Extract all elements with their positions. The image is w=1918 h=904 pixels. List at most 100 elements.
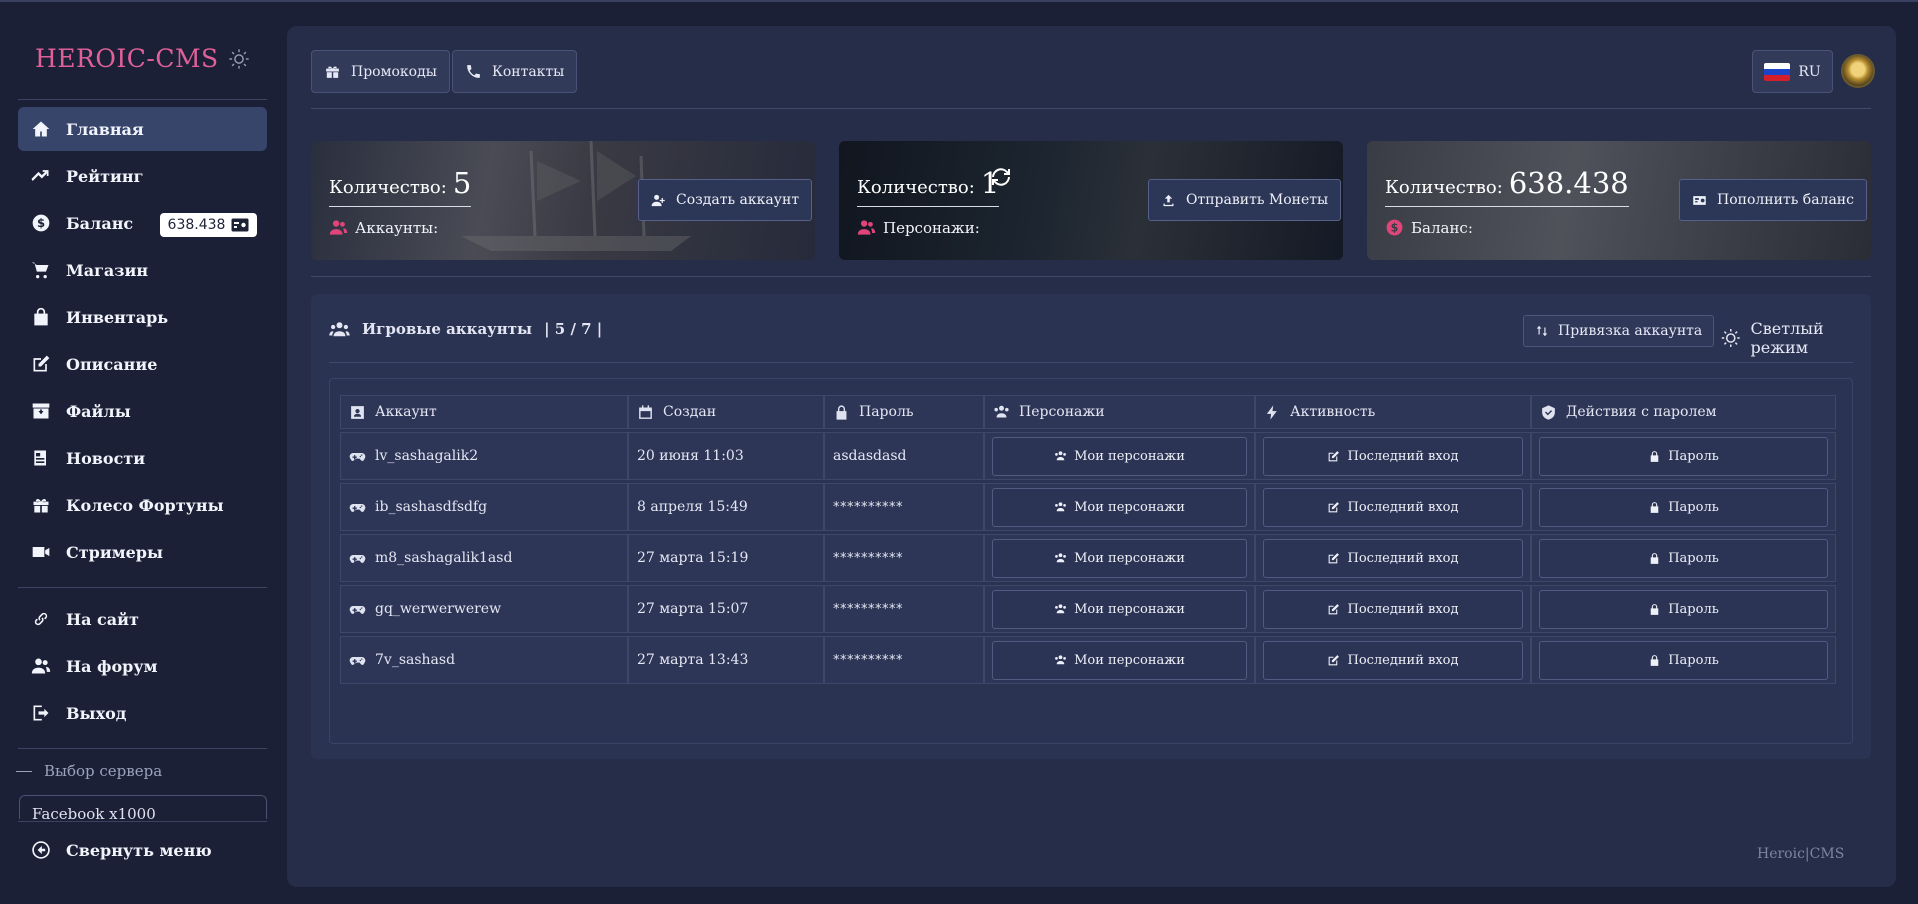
sidebar-item-news[interactable]: Новости: [18, 436, 267, 480]
gamepad-icon: [349, 605, 366, 614]
contacts-button[interactable]: Контакты: [452, 50, 578, 93]
svg-text:$: $: [37, 216, 45, 230]
card-divider: [329, 362, 1853, 363]
balance-stat-card: Количество: 638.438 $ Баланс: Пополнить б…: [1367, 141, 1871, 260]
users-icon: [1055, 450, 1067, 460]
sidebar-divider: [18, 99, 267, 100]
sidebar-divider: [18, 821, 267, 822]
home-icon: [30, 118, 52, 140]
sidebar-item-fortune-wheel[interactable]: Колесо Фортуны: [18, 483, 267, 527]
send-coins-button[interactable]: Отправить Монеты: [1148, 179, 1342, 221]
calendar-icon: [639, 404, 652, 419]
sidebar-item-shop[interactable]: Магазин: [18, 248, 267, 292]
money-bill-icon: [1693, 195, 1706, 205]
th-account: Аккаунт: [340, 395, 628, 429]
my-characters-button[interactable]: Мои персонажи: [992, 538, 1247, 578]
table-header-row: Аккаунт Создан Пароль Персонажи Активнос…: [340, 395, 1844, 429]
account-name: 7v_sashasd: [375, 652, 456, 668]
sidebar-item-description[interactable]: Описание: [18, 342, 267, 386]
user-avatar[interactable]: [1841, 54, 1875, 88]
password-button[interactable]: Пароль: [1539, 436, 1828, 476]
table-row: 7v_sashasd 27 марта 13:43 ********** Мои…: [340, 636, 1844, 684]
sidebar-item-streamers[interactable]: Стримеры: [18, 530, 267, 574]
my-characters-button[interactable]: Мои персонажи: [992, 436, 1247, 476]
create-account-button[interactable]: Создать аккаунт: [638, 179, 813, 221]
users-icon: [1055, 501, 1067, 511]
edit-icon: [1329, 603, 1340, 614]
account-password: asdasdasd: [824, 432, 984, 480]
last-login-button[interactable]: Последний вход: [1263, 487, 1523, 527]
account-password: **********: [824, 585, 984, 633]
users-icon: [1055, 654, 1067, 664]
password-button[interactable]: Пароль: [1539, 640, 1828, 680]
sidebar-item-label: Инвентарь: [66, 307, 169, 327]
collapse-menu-button[interactable]: Свернуть меню: [18, 828, 267, 872]
light-mode-toggle[interactable]: Светлый режим: [1721, 319, 1871, 357]
sidebar-item-inventory[interactable]: Инвентарь: [18, 295, 267, 339]
users-icon: [1055, 603, 1067, 613]
password-button[interactable]: Пароль: [1539, 538, 1828, 578]
sidebar-item-label: На форум: [66, 656, 158, 676]
logout-icon: [30, 702, 52, 724]
sidebar-item-home[interactable]: Главная: [18, 107, 267, 151]
users-icon: [994, 405, 1009, 417]
arrow-left-circle-icon: [30, 839, 52, 861]
refresh-icon[interactable]: [989, 165, 1013, 189]
footer-brand: Heroic|CMS: [1757, 846, 1845, 862]
top-up-balance-button[interactable]: Пополнить баланс: [1679, 179, 1867, 221]
characters-label: Персонажи:: [857, 218, 980, 237]
my-characters-button[interactable]: Мои персонажи: [992, 487, 1247, 527]
last-login-button[interactable]: Последний вход: [1263, 640, 1523, 680]
sidebar-item-files[interactable]: Файлы: [18, 389, 267, 433]
last-login-button[interactable]: Последний вход: [1263, 436, 1523, 476]
theme-sun-icon[interactable]: [228, 48, 250, 70]
sidebar-item-logout[interactable]: Выход: [18, 691, 267, 735]
gamepad-icon: [349, 503, 366, 512]
sidebar-item-label: Главная: [66, 119, 144, 139]
money-bill-icon: [231, 218, 249, 232]
sidebar-divider: [18, 587, 267, 588]
account-created: 20 июня 11:03: [628, 432, 824, 480]
sidebar-item-rating[interactable]: Рейтинг: [18, 154, 267, 198]
bind-account-button[interactable]: Привязка аккаунта: [1523, 315, 1715, 347]
lock-icon: [836, 404, 847, 420]
my-characters-button[interactable]: Мои персонажи: [992, 640, 1247, 680]
my-characters-button[interactable]: Мои персонажи: [992, 589, 1247, 629]
sidebar-divider: [18, 748, 267, 749]
table-row: gq_werwerwerew 27 марта 15:07 **********…: [340, 585, 1844, 633]
server-select[interactable]: Facebook x1000: [19, 795, 267, 819]
th-activity: Активность: [1255, 395, 1531, 429]
archive-icon: [30, 400, 52, 422]
russia-flag-icon: [1764, 62, 1791, 81]
last-login-button[interactable]: Последний вход: [1263, 538, 1523, 578]
sidebar-item-site[interactable]: На сайт: [18, 597, 267, 641]
sidebar-item-label: Описание: [66, 354, 158, 374]
sidebar-item-forum[interactable]: На форум: [18, 644, 267, 688]
table-row: ib_sashasdfsdfg 8 апреля 15:49 *********…: [340, 483, 1844, 531]
account-name: lv_sashagalik2: [375, 448, 479, 464]
video-camera-icon: [30, 541, 52, 563]
password-button[interactable]: Пароль: [1539, 487, 1828, 527]
user-plus-icon: [651, 194, 665, 206]
server-select-label: Выбор сервера: [16, 762, 162, 780]
dollar-circle-icon: $: [30, 212, 52, 234]
characters-count-title: Количество: 1: [857, 169, 1000, 207]
last-login-button[interactable]: Последний вход: [1263, 589, 1523, 629]
game-accounts-title: Игровые аккаунты | 5 / 7 |: [329, 320, 602, 338]
gamepad-icon: [349, 554, 366, 563]
language-button[interactable]: RU: [1752, 50, 1833, 93]
cart-icon: [30, 259, 52, 281]
sidebar-item-label: Баланс: [66, 213, 134, 233]
account-created: 27 марта 13:43: [628, 636, 824, 684]
collapse-menu-label: Свернуть меню: [66, 840, 212, 860]
password-button[interactable]: Пароль: [1539, 589, 1828, 629]
bolt-icon: [1266, 404, 1277, 420]
gamepad-icon: [349, 452, 366, 461]
balance-count-title: Количество: 638.438: [1385, 169, 1629, 207]
th-created: Создан: [628, 395, 824, 429]
promo-codes-button[interactable]: Промокоды: [311, 50, 450, 93]
users-icon: [30, 655, 52, 677]
accounts-table: Аккаунт Создан Пароль Персонажи Активнос…: [329, 378, 1853, 744]
brand-logo[interactable]: HEROIC-CMS: [35, 44, 219, 73]
sidebar-item-label: Рейтинг: [66, 166, 144, 186]
